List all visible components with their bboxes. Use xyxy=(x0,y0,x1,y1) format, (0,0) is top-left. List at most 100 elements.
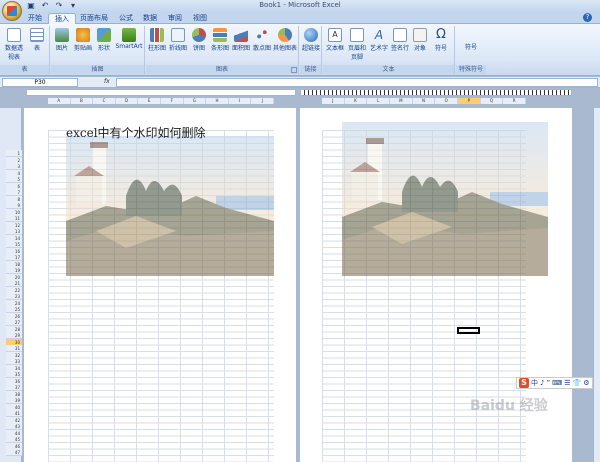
column-header-left-c[interactable]: C xyxy=(93,98,116,104)
area-chart-icon xyxy=(234,28,248,42)
bar-chart-label: 条形图 xyxy=(210,45,229,52)
column-header-right-l[interactable]: L xyxy=(367,98,390,104)
shapes-label: 形状 xyxy=(97,45,110,52)
group-label-special-symbols: 特殊符号 xyxy=(456,65,486,74)
group-tables: 数据透视表 表 表 xyxy=(0,26,50,74)
text-box-icon: A xyxy=(328,28,342,42)
ime-chinese-mode[interactable]: 中 xyxy=(531,378,538,388)
tab-insert[interactable]: 插入 xyxy=(48,13,76,24)
ime-settings-icon[interactable]: ⚙ xyxy=(583,379,589,387)
tab-page-layout[interactable]: 页面布局 xyxy=(74,13,114,24)
column-header-right-m[interactable]: M xyxy=(390,98,413,104)
column-header-left-f[interactable]: F xyxy=(161,98,184,104)
column-header-right-p[interactable]: P xyxy=(458,98,481,104)
tab-view[interactable]: 视图 xyxy=(187,13,213,24)
picture-icon xyxy=(55,28,69,42)
clip-art-label: 剪贴画 xyxy=(73,45,92,52)
object-icon xyxy=(413,28,427,42)
column-header-right-j[interactable]: J xyxy=(322,98,345,104)
text-box-label: 文本框 xyxy=(325,45,344,52)
group-label-links: 链接 xyxy=(300,65,321,74)
column-header-left-a[interactable]: A xyxy=(48,98,71,104)
column-header-right-k[interactable]: K xyxy=(344,98,368,104)
ime-keyboard-icon[interactable]: ⌨ xyxy=(552,379,562,387)
bar-chart-button[interactable]: 条形图 xyxy=(210,28,230,52)
vertical-ruler: 1 2 3 4 5 6 7 8 9 10 11 12 13 14 15 16 17 18 19 20 21 22 23 24 2… xyxy=(0,108,22,462)
other-charts-icon xyxy=(278,28,292,42)
column-header-right-q[interactable]: Q xyxy=(480,98,504,104)
fx-icon[interactable]: fx xyxy=(104,78,114,87)
tab-home[interactable]: 开始 xyxy=(22,13,48,24)
omega-icon: Ω xyxy=(436,27,446,42)
pivot-table-button[interactable]: 数据透视表 xyxy=(3,28,25,61)
column-chart-icon xyxy=(150,28,164,42)
tab-review[interactable]: 审阅 xyxy=(162,13,188,24)
bar-chart-icon xyxy=(213,28,227,42)
formula-input[interactable] xyxy=(116,78,598,87)
ime-moon-icon[interactable]: ♪ xyxy=(540,379,544,387)
column-header-left-d[interactable]: D xyxy=(115,98,139,104)
ribbon: 数据透视表 表 表 图片 剪贴画 形状 SmartArt 插图 柱形图 折线图 … xyxy=(0,24,600,76)
column-header-left-g[interactable]: G xyxy=(183,98,207,104)
other-charts-label: 其他图表 xyxy=(273,45,298,52)
pivot-table-icon xyxy=(7,28,21,42)
sogou-logo-icon[interactable]: S xyxy=(519,378,529,388)
column-header-left-i[interactable]: I xyxy=(228,98,252,104)
ime-punctuation-icon[interactable]: ” xyxy=(546,379,550,387)
clip-art-button[interactable]: 剪贴画 xyxy=(72,28,94,52)
vertical-scrollbar[interactable] xyxy=(593,108,600,462)
special-symbol-button[interactable]: 符号 xyxy=(459,42,483,51)
wordart-button[interactable]: A 艺术字 xyxy=(369,28,389,52)
text-box-button[interactable]: A 文本框 xyxy=(325,28,345,52)
help-icon[interactable]: ? xyxy=(583,13,592,22)
group-special-symbols: 符号 特殊符号 xyxy=(456,26,486,74)
row-header-47[interactable]: 47 xyxy=(6,449,22,456)
name-box[interactable]: P30 xyxy=(2,78,78,87)
picture-label: 图片 xyxy=(55,45,68,52)
wordart-label: 艺术字 xyxy=(369,45,388,52)
column-header-left-h[interactable]: H xyxy=(206,98,229,104)
group-illustrations: 图片 剪贴画 形状 SmartArt 插图 xyxy=(51,26,145,74)
scatter-chart-button[interactable]: 散点图 xyxy=(252,28,272,52)
table-button[interactable]: 表 xyxy=(28,28,46,52)
window-title: Book1 - Microsoft Excel xyxy=(259,1,341,9)
scatter-chart-icon xyxy=(255,28,269,42)
group-charts: 柱形图 折线图 饼图 条形图 面积图 散点图 其他图表 图表 xyxy=(146,26,299,74)
baidu-jingyan-watermark: Baidu 经验 xyxy=(470,398,548,414)
signature-line-button[interactable]: 签名行 xyxy=(390,28,410,52)
column-header-right-n[interactable]: N xyxy=(412,98,436,104)
ime-toolbar[interactable]: S 中 ♪ ” ⌨ ☰ 👕 ⚙ xyxy=(516,377,593,389)
ime-menu-icon[interactable]: ☰ xyxy=(564,379,570,387)
office-button[interactable] xyxy=(2,1,22,21)
column-chart-button[interactable]: 柱形图 xyxy=(147,28,167,52)
tab-formulas[interactable]: 公式 xyxy=(113,13,139,24)
column-header-left-e[interactable]: E xyxy=(138,98,161,104)
pie-chart-button[interactable]: 饼图 xyxy=(189,28,209,52)
symbol-button[interactable]: Ω 符号 xyxy=(430,27,452,53)
header-footer-button[interactable]: 页眉和页脚 xyxy=(346,28,368,61)
active-cell-P30[interactable] xyxy=(457,327,480,334)
smartart-icon xyxy=(122,28,136,42)
lighthouse-watermark-image-right xyxy=(342,122,548,276)
line-chart-button[interactable]: 折线图 xyxy=(168,28,188,52)
hyperlink-button[interactable]: 超链接 xyxy=(301,28,321,52)
object-button[interactable]: 对象 xyxy=(411,28,429,52)
column-header-left-j[interactable]: J xyxy=(251,98,274,104)
charts-dialog-launcher-icon[interactable] xyxy=(291,67,297,73)
sheet-title-text[interactable]: excel中有个水印如何删除 xyxy=(66,124,206,141)
other-charts-button[interactable]: 其他图表 xyxy=(273,28,297,52)
ribbon-tabs: 开始 插入 页面布局 公式 数据 审阅 视图 ? xyxy=(0,12,600,24)
line-chart-icon xyxy=(171,28,185,42)
column-header-right-o[interactable]: O xyxy=(435,98,458,104)
pie-chart-icon xyxy=(192,28,206,42)
picture-button[interactable]: 图片 xyxy=(53,28,71,52)
ime-skin-icon[interactable]: 👕 xyxy=(573,379,582,387)
group-links: 超链接 链接 xyxy=(300,26,322,74)
tab-data[interactable]: 数据 xyxy=(137,13,163,24)
shapes-button[interactable]: 形状 xyxy=(95,28,113,52)
column-header-left-b[interactable]: B xyxy=(70,98,94,104)
smartart-button[interactable]: SmartArt xyxy=(114,28,144,50)
table-icon xyxy=(30,28,44,42)
column-header-right-r[interactable]: R xyxy=(503,98,526,104)
area-chart-button[interactable]: 面积图 xyxy=(231,28,251,52)
